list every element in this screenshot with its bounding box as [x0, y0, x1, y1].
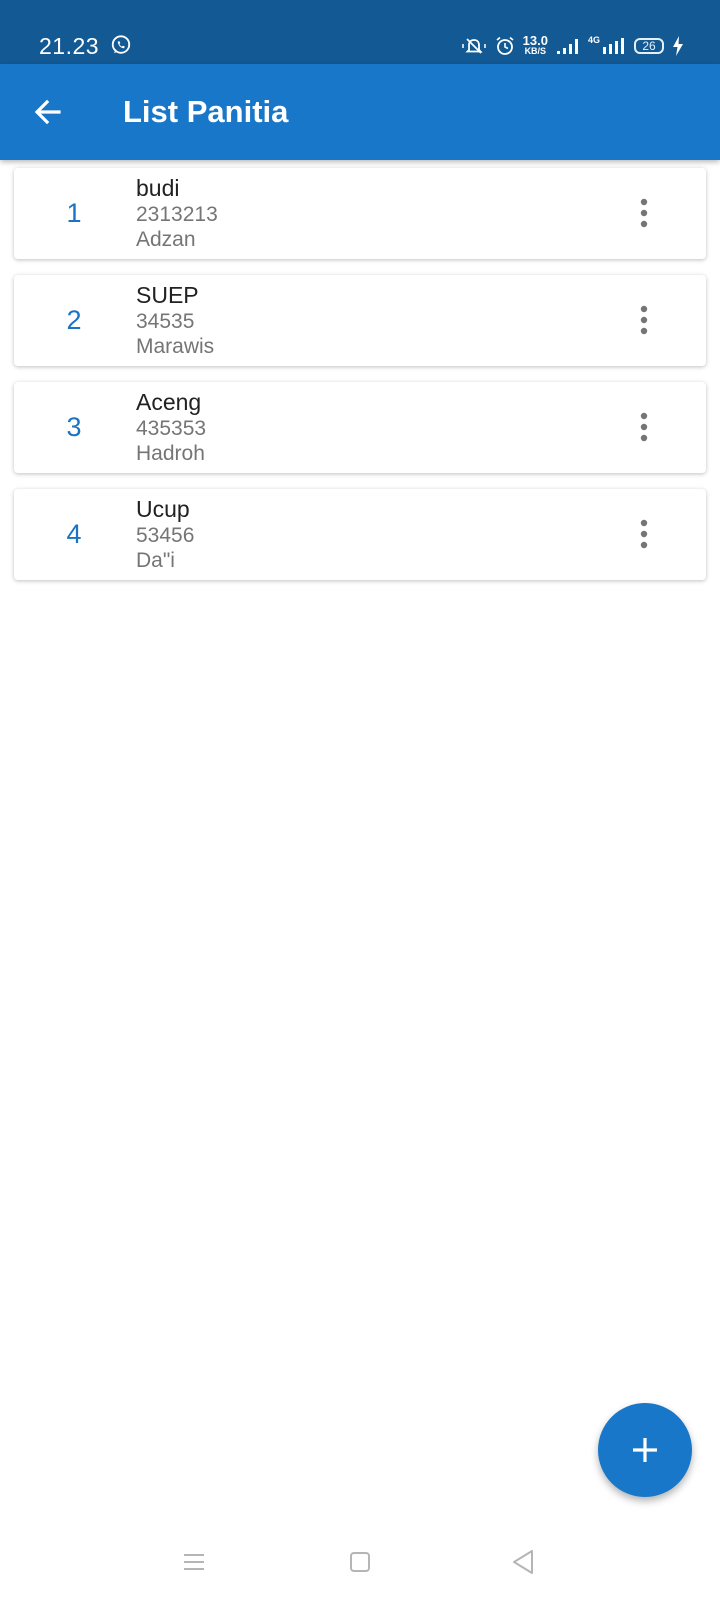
status-icons: 13.0 KB/S 4G 26 [461, 34, 684, 58]
signal-4g-icon [602, 37, 626, 55]
item-name: budi [136, 175, 180, 201]
app-bar: List Panitia [0, 64, 720, 160]
battery-level: 26 [642, 39, 656, 53]
item-role: Hadroh [136, 442, 205, 465]
item-text: Aceng 435353 Hadroh [136, 388, 206, 466]
back-button[interactable] [26, 90, 70, 134]
screen: 21.23 13.0 KB/S 4G 26 List Panitia 1 bud… [0, 0, 720, 1600]
item-phone: 435353 [136, 417, 207, 440]
item-name: Ucup [136, 496, 190, 522]
back-icon[interactable] [493, 1540, 553, 1584]
item-number: 3 [66, 412, 82, 442]
plus-icon [633, 1438, 657, 1462]
item-phone: 34535 [136, 310, 195, 333]
battery-icon: 26 [634, 38, 664, 54]
more-vert-icon[interactable] [622, 191, 666, 235]
item-name: SUEP [136, 282, 199, 308]
arrow-left-icon [34, 99, 61, 125]
item-role: Marawis [136, 335, 215, 358]
net-speed-unit: KB/S [524, 46, 547, 56]
item-text: budi 2313213 Adzan [136, 174, 218, 252]
item-name: Aceng [136, 389, 202, 415]
list-item[interactable]: 3 Aceng 435353 Hadroh [14, 382, 706, 473]
list-item[interactable]: 2 SUEP 34535 Marawis [14, 275, 706, 366]
item-number: 2 [66, 305, 82, 335]
page-title: List Panitia [123, 94, 289, 129]
more-vert-icon[interactable] [622, 512, 666, 556]
item-role: Da"i [136, 549, 175, 572]
home-icon[interactable] [330, 1540, 390, 1584]
item-role: Adzan [136, 228, 196, 251]
status-bar: 21.23 13.0 KB/S 4G 26 [0, 0, 720, 64]
item-text: Ucup 53456 Da"i [136, 495, 194, 573]
net-speed: 13.0 KB/S [522, 33, 548, 56]
item-text: SUEP 34535 Marawis [136, 281, 214, 359]
list-item[interactable]: 1 budi 2313213 Adzan [14, 168, 706, 259]
item-number: 4 [66, 519, 82, 549]
more-vert-icon[interactable] [622, 405, 666, 449]
item-number: 1 [66, 198, 82, 228]
net-type: 4G [587, 35, 600, 45]
more-vert-icon[interactable] [622, 298, 666, 342]
whatsapp-icon [110, 34, 132, 56]
system-nav-bar [0, 1540, 720, 1600]
alarm-icon [495, 36, 515, 56]
menu-icon[interactable] [164, 1540, 224, 1584]
panitia-list: 1 budi 2313213 Adzan 2 SUEP 34535 Marawi… [14, 168, 706, 596]
item-phone: 53456 [136, 524, 195, 547]
status-time: 21.23 [39, 33, 100, 59]
silent-icon [461, 36, 487, 56]
list-item[interactable]: 4 Ucup 53456 Da"i [14, 489, 706, 580]
signal-icon [556, 37, 580, 55]
add-panitia-button[interactable] [598, 1403, 692, 1497]
item-phone: 2313213 [136, 203, 218, 226]
charging-icon [672, 36, 684, 56]
net-speed-value: 13.0 [522, 33, 548, 48]
